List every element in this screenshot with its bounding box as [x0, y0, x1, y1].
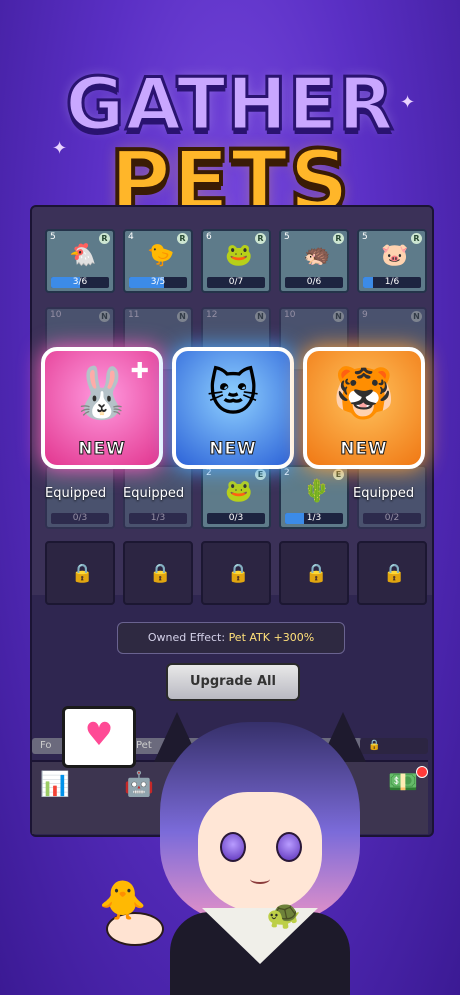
pet-level: 10: [284, 310, 296, 320]
progress-text: 0/2: [384, 513, 400, 523]
rank-badge: R: [255, 233, 266, 244]
rank-badge: N: [99, 311, 110, 322]
pet-level: 5: [284, 232, 290, 242]
owned-effect-label: Owned Effect:: [147, 631, 229, 644]
duck-icon: 🐤: [147, 243, 175, 268]
pet-card[interactable]: 5 R 🐔 3/6: [45, 229, 115, 293]
new-pet-card-bunny[interactable]: ✚ 🐰 NEW: [41, 347, 163, 469]
rank-badge: R: [333, 233, 344, 244]
pet-level: 10: [50, 310, 62, 320]
progress-text: 1/6: [384, 277, 400, 287]
lock-icon: 🔒: [305, 563, 328, 584]
cat-icon: 🐱: [206, 364, 260, 422]
chick-icon: 🐥: [99, 878, 147, 922]
pet-card[interactable]: 2 E 🌵 1/3: [279, 465, 349, 529]
progress-bar: 0/6: [285, 277, 343, 288]
frog-icon: 🐸: [225, 243, 253, 268]
rank-badge: R: [411, 233, 422, 244]
pet-level: 9: [362, 310, 368, 320]
pet-card[interactable]: 6 R 🐸 0/7: [201, 229, 271, 293]
rank-badge: N: [333, 311, 344, 322]
pet-level: 5: [50, 232, 56, 242]
progress-text: 3/6: [72, 277, 88, 287]
bunny-icon: 🐰: [70, 364, 134, 422]
pet-level: 6: [206, 232, 212, 242]
character-girl: [140, 712, 376, 995]
lock-icon: 🔒: [227, 563, 250, 584]
pet-level: 11: [128, 310, 140, 320]
pet-card[interactable]: 5 R 🦔 0/6: [279, 229, 349, 293]
pet-card[interactable]: 5 R 🐷 1/6: [357, 229, 427, 293]
progress-bar: 0/7: [207, 277, 265, 288]
rank-badge: E: [255, 469, 266, 480]
progress-text: 3/5: [150, 277, 166, 287]
heart-icon: ♥: [84, 715, 114, 753]
equipped-label: Equipped: [123, 486, 185, 501]
pet-card[interactable]: 4 R 🐤 3/5: [123, 229, 193, 293]
progress-bar: 1/6: [363, 277, 421, 288]
progress-bar: 3/6: [51, 277, 109, 288]
progress-text: 0/6: [306, 277, 322, 287]
rank-badge: R: [177, 233, 188, 244]
cash-icon[interactable]: 💵: [388, 768, 418, 796]
progress-bar: 3/5: [129, 277, 187, 288]
lock-icon: 🔒: [71, 563, 94, 584]
lock-icon: 🔒: [149, 563, 172, 584]
rank-badge: E: [333, 469, 344, 480]
new-pet-card-tiger[interactable]: 🐯 NEW: [303, 347, 425, 469]
tab-label: Fo: [40, 740, 52, 751]
pet-level: 2: [206, 468, 212, 478]
upgrade-all-button[interactable]: Upgrade All: [166, 663, 300, 701]
new-badge: NEW: [209, 439, 257, 460]
progress-text: 0/3: [72, 513, 88, 523]
pig-icon: 🐷: [381, 243, 409, 268]
locked-card[interactable]: 🔒: [357, 541, 427, 605]
mouth: [250, 874, 270, 884]
rank-badge: N: [177, 311, 188, 322]
pet-card[interactable]: 2 E 🐸 0/3: [201, 465, 271, 529]
equipped-label: Equipped: [353, 486, 415, 501]
frog-icon: 🐸: [225, 479, 253, 504]
pet-level: 4: [128, 232, 134, 242]
tiger-icon: 🐯: [332, 364, 396, 422]
locked-card[interactable]: 🔒: [201, 541, 271, 605]
locked-card[interactable]: 🔒: [279, 541, 349, 605]
stats-chart-icon[interactable]: 📊: [40, 770, 70, 798]
owned-effect: Owned Effect: Pet ATK +300%: [117, 622, 345, 654]
new-badge: NEW: [340, 439, 388, 460]
progress-bar: 0/3: [207, 513, 265, 524]
rank-badge: R: [99, 233, 110, 244]
progress-text: 1/3: [306, 513, 322, 523]
notification-dot: [416, 766, 428, 778]
progress-text: 0/7: [228, 277, 244, 287]
cactus-icon: 🌵: [303, 479, 331, 504]
speech-bubble: ♥: [62, 706, 136, 768]
rank-badge: N: [411, 311, 422, 322]
progress-bar: 0/2: [363, 513, 421, 524]
progress-text: 0/3: [228, 513, 244, 523]
rank-badge: N: [255, 311, 266, 322]
locked-card[interactable]: 🔒: [45, 541, 115, 605]
equipped-label: Equipped: [45, 486, 107, 501]
new-pet-card-cat[interactable]: 🐱 NEW: [172, 347, 294, 469]
lock-icon: 🔒: [383, 563, 406, 584]
eye-right: [276, 832, 302, 862]
face: [198, 792, 322, 912]
progress-bar: 1/3: [285, 513, 343, 524]
progress-bar: 0/3: [51, 513, 109, 524]
owned-effect-value: Pet ATK +300%: [228, 631, 315, 644]
pet-level: 12: [206, 310, 218, 320]
progress-text: 1/3: [150, 513, 166, 523]
hedgehog-icon: 🦔: [303, 243, 331, 268]
pet-level: 2: [284, 468, 290, 478]
new-badge: NEW: [78, 439, 126, 460]
eye-left: [220, 832, 246, 862]
locked-card[interactable]: 🔒: [123, 541, 193, 605]
progress-bar: 1/3: [129, 513, 187, 524]
pet-level: 5: [362, 232, 368, 242]
turtle-icon: 🐢: [266, 898, 301, 931]
chicken-icon: 🐔: [69, 243, 97, 268]
